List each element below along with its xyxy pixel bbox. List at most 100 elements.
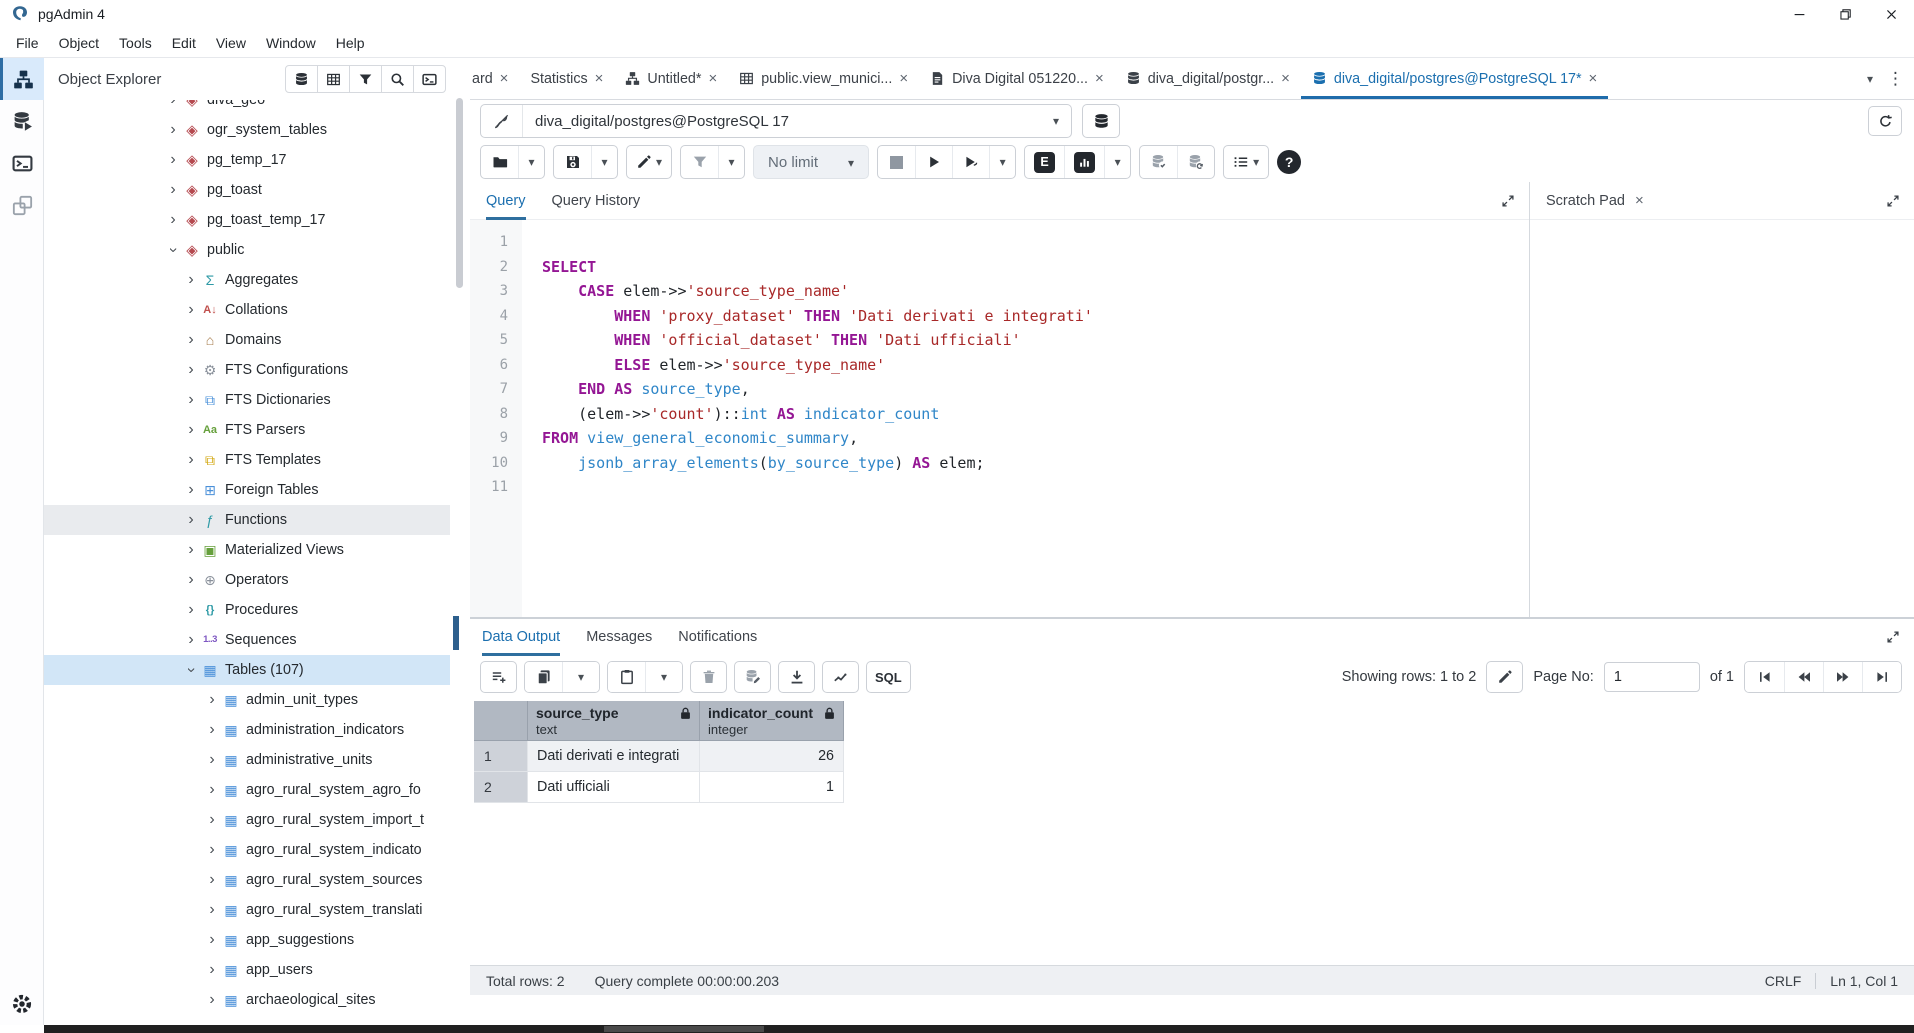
open-file-button[interactable]: [481, 146, 518, 178]
tree-item-pg-temp-17[interactable]: ◈pg_temp_17: [44, 145, 450, 175]
cursor-position[interactable]: Ln 1, Col 1: [1830, 973, 1898, 989]
cell[interactable]: Dati ufficiali: [528, 772, 700, 803]
tree-item-collations[interactable]: A↓Collations: [44, 295, 450, 325]
close-icon[interactable]: [1868, 0, 1914, 28]
chevron-right-icon[interactable]: [183, 452, 199, 468]
chevron-right-icon[interactable]: [204, 902, 220, 918]
download-results-button[interactable]: [778, 661, 815, 693]
chevron-right-icon[interactable]: [204, 812, 220, 828]
rollback-button[interactable]: [1177, 146, 1214, 178]
cell[interactable]: 26: [700, 741, 844, 772]
chevron-right-icon[interactable]: [183, 482, 199, 498]
object-explorer-rail-button[interactable]: [0, 58, 44, 100]
tab-ard[interactable]: ard: [470, 58, 519, 99]
connect-server-button[interactable]: [285, 65, 318, 93]
tree-item-fts-configurations[interactable]: ⚙FTS Configurations: [44, 355, 450, 385]
chevron-right-icon[interactable]: [204, 992, 220, 1008]
last-page-button[interactable]: [1862, 662, 1901, 692]
row-number[interactable]: 1: [474, 741, 528, 772]
chevron-right-icon[interactable]: [204, 932, 220, 948]
edit-menu-button[interactable]: [627, 146, 671, 178]
save-data-changes-button[interactable]: [734, 661, 771, 693]
cell[interactable]: 1: [700, 772, 844, 803]
tree-item-administration-indicators[interactable]: ▦administration_indicators: [44, 715, 450, 745]
tab-diva-digital-051220[interactable]: Diva Digital 051220...: [919, 58, 1115, 99]
tree-item-archaeological-sites[interactable]: ▦archaeological_sites: [44, 985, 450, 1015]
query-tool-rail-button[interactable]: [0, 100, 44, 142]
tree-item-app-users[interactable]: ▦app_users: [44, 955, 450, 985]
tree-item-pg-toast-temp-17[interactable]: ◈pg_toast_temp_17: [44, 205, 450, 235]
code-line[interactable]: WHEN 'proxy_dataset' THEN 'Dati derivati…: [542, 304, 1529, 329]
tree-item-app-suggestions[interactable]: ▦app_suggestions: [44, 925, 450, 955]
tree-item-pg-toast[interactable]: ◈pg_toast: [44, 175, 450, 205]
tree-item-diva-geo[interactable]: ◈diva_geo: [44, 100, 450, 115]
reconnect-button[interactable]: [1868, 106, 1902, 136]
expand-icon[interactable]: [1886, 630, 1900, 644]
code-line[interactable]: WHEN 'official_dataset' THEN 'Dati uffic…: [542, 328, 1529, 353]
add-row-button[interactable]: [480, 661, 517, 693]
close-icon[interactable]: [1095, 71, 1104, 86]
graph-visualiser-button[interactable]: [822, 661, 859, 693]
chevron-right-icon[interactable]: [165, 122, 181, 138]
connection-select[interactable]: diva_digital/postgres@PostgreSQL 17: [480, 104, 1072, 138]
explain-analyze-button[interactable]: [1064, 146, 1104, 178]
code-line[interactable]: SELECT: [542, 255, 1529, 280]
tab-diva-digital-postgres-postgresql-17[interactable]: diva_digital/postgres@PostgreSQL 17*: [1301, 58, 1608, 99]
filter-button[interactable]: [681, 146, 718, 178]
horizontal-scrollbar[interactable]: [44, 1025, 1914, 1033]
row-limit-select[interactable]: No limit: [753, 145, 869, 179]
tree-scrollbar-thumb[interactable]: [456, 98, 463, 288]
tree-item-agro-rural-system-sources[interactable]: ▦agro_rural_system_sources: [44, 865, 450, 895]
chevron-right-icon[interactable]: [165, 212, 181, 228]
menu-file[interactable]: File: [6, 28, 49, 58]
cell[interactable]: Dati derivati e integrati: [528, 741, 700, 772]
tab-untitled[interactable]: Untitled*: [614, 58, 728, 99]
explain-menu-button[interactable]: [1104, 146, 1130, 178]
edit-range-button[interactable]: [1486, 661, 1523, 693]
chevron-right-icon[interactable]: [183, 602, 199, 618]
close-icon[interactable]: [500, 71, 509, 86]
tab-data-output[interactable]: Data Output: [482, 618, 560, 656]
chevron-down-icon[interactable]: [1867, 70, 1873, 88]
chevron-right-icon[interactable]: [204, 872, 220, 888]
tab-statistics[interactable]: Statistics: [519, 58, 614, 99]
psql-tool-button[interactable]: [413, 65, 446, 93]
cancel-query-button[interactable]: [878, 146, 915, 178]
tree-item-agro-rural-system-import-t[interactable]: ▦agro_rural_system_import_t: [44, 805, 450, 835]
close-icon[interactable]: [708, 71, 717, 86]
tree-item-foreign-tables[interactable]: ⊞Foreign Tables: [44, 475, 450, 505]
column-header-source-type[interactable]: source_typetext: [528, 701, 700, 741]
chevron-right-icon[interactable]: [165, 152, 181, 168]
close-icon[interactable]: [1589, 71, 1598, 86]
column-header-indicator-count[interactable]: indicator_countinteger: [700, 701, 844, 741]
code-line[interactable]: [542, 475, 1529, 500]
tree-item-domains[interactable]: ⌂Domains: [44, 325, 450, 355]
tree-item-agro-rural-system-agro-fo[interactable]: ▦agro_rural_system_agro_fo: [44, 775, 450, 805]
first-page-button[interactable]: [1745, 662, 1784, 692]
chevron-right-icon[interactable]: [183, 362, 199, 378]
grid-corner-cell[interactable]: [474, 701, 528, 741]
tree-item-materialized-views[interactable]: ▣Materialized Views: [44, 535, 450, 565]
sql-editor[interactable]: 1234567891011 SELECT CASE elem->>'source…: [470, 220, 1529, 617]
macros-button[interactable]: [1224, 146, 1268, 178]
chevron-down-icon[interactable]: [165, 242, 181, 258]
menu-tools[interactable]: Tools: [109, 28, 162, 58]
chevron-right-icon[interactable]: [183, 422, 199, 438]
execute-options-button[interactable]: [952, 146, 989, 178]
eol-indicator[interactable]: CRLF: [1765, 973, 1802, 989]
copy-button[interactable]: [525, 662, 562, 692]
tab-query[interactable]: Query: [486, 182, 526, 220]
open-file-menu-button[interactable]: [518, 146, 544, 178]
panel-splitter[interactable]: [450, 58, 470, 1025]
explain-button[interactable]: E: [1025, 146, 1064, 178]
tree-item-fts-parsers[interactable]: AaFTS Parsers: [44, 415, 450, 445]
commit-button[interactable]: [1140, 146, 1177, 178]
code-line[interactable]: (elem->>'count')::int AS indicator_count: [542, 402, 1529, 427]
chevron-right-icon[interactable]: [183, 632, 199, 648]
menu-edit[interactable]: Edit: [162, 28, 206, 58]
tab-public-view-munici[interactable]: public.view_munici...: [728, 58, 919, 99]
schema-diff-rail-button[interactable]: [0, 184, 44, 226]
horizontal-scrollbar-thumb[interactable]: [604, 1026, 764, 1032]
tree-item-admin-unit-types[interactable]: ▦admin_unit_types: [44, 685, 450, 715]
tree-item-sequences[interactable]: 1..3Sequences: [44, 625, 450, 655]
